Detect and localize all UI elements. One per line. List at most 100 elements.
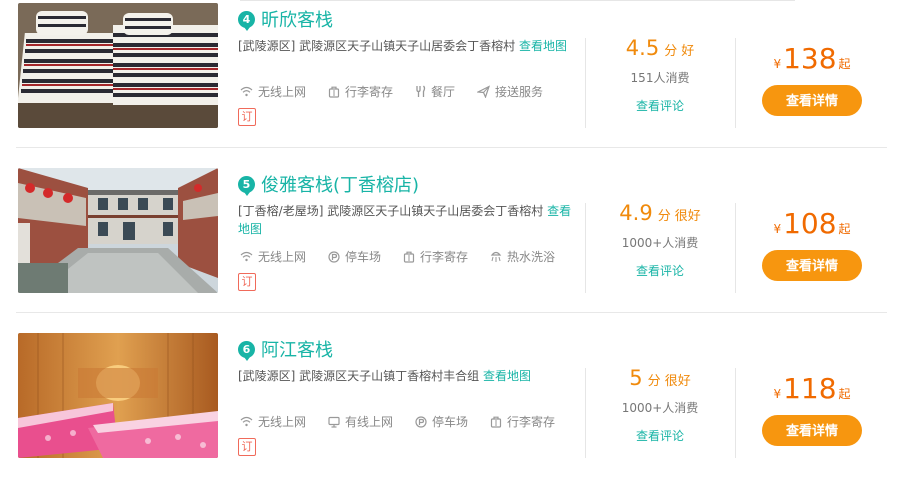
column-divider [735,368,736,458]
card-divider [16,312,887,313]
amenity-label: 行李寄存 [507,415,556,429]
parking-icon [415,415,427,428]
rank-badge: 5 [238,175,255,196]
booking-tag: 订 [238,108,256,126]
luggage-icon [403,251,415,263]
wifi-icon [240,251,253,262]
luggage-icon [328,86,340,98]
wifi-icon [240,86,253,97]
amenity-wired-internet: 有线上网 [328,413,393,430]
amenities-list: 无线上网 停车场 行李寄存 热水洗浴 [240,248,577,265]
price-block: ¥108 起 查看详情 [737,207,887,281]
view-reviews-link[interactable]: 查看评论 [586,97,734,114]
score-value: 5 [629,366,643,390]
view-details-button[interactable]: 查看详情 [762,85,862,116]
view-map-link[interactable]: 查看地图 [483,369,531,383]
amenity-label: 有线上网 [345,415,394,429]
score-word: 好 [681,44,695,59]
amenity-parking: 停车场 [415,413,468,430]
hotel-address: [武陵源区] 武陵源区天子山镇丁香榕村丰合组 查看地图 [238,367,573,385]
amenity-label: 无线上网 [258,250,307,264]
price-block: ¥138 起 查看详情 [737,42,887,116]
amenity-luggage: 行李寄存 [403,248,468,265]
column-divider [735,203,736,293]
hotel-address: [武陵源区] 武陵源区天子山镇天子山居委会丁香榕村 查看地图 [238,37,573,55]
amenity-label: 停车场 [345,250,382,264]
score-line: 5 分很好 [586,366,734,390]
rank-badge: 6 [238,340,255,361]
amenity-luggage: 行李寄存 [328,83,393,100]
column-divider [735,38,736,128]
amenity-label: 停车场 [432,415,469,429]
amenity-wifi: 无线上网 [240,248,306,265]
hotel-card: 5 俊雅客栈(丁香榕店) [丁香榕/老屋场] 武陵源区天子山镇天子山居委会丁香榕… [0,165,905,330]
amenity-wifi: 无线上网 [240,83,306,100]
amenity-label: 行李寄存 [420,250,469,264]
hotel-name-link[interactable]: 昕欣客栈 [261,6,333,32]
amenity-parking: 停车场 [328,248,381,265]
booking-tag: 订 [238,273,256,291]
hotel-address: [丁香榕/老屋场] 武陵源区天子山镇天子山居委会丁香榕村 查看地图 [238,202,573,238]
address-text: [丁香榕/老屋场] 武陵源区天子山镇天子山居委会丁香榕村 [238,204,544,218]
price-value: 138 [783,42,837,75]
amenity-hot-water: 热水洗浴 [490,248,555,265]
view-reviews-link[interactable]: 查看评论 [586,262,734,279]
currency-symbol: ¥ [773,387,782,401]
address-text: [武陵源区] 武陵源区天子山镇丁香榕村丰合组 [238,369,480,383]
price-line: ¥138 起 [737,42,887,75]
price-value: 108 [783,207,837,240]
view-details-button[interactable]: 查看详情 [762,415,862,446]
view-details-button[interactable]: 查看详情 [762,250,862,281]
hotel-title-row: 5 俊雅客栈(丁香榕店) [238,171,419,197]
hotel-card: 4 昕欣客栈 [武陵源区] 武陵源区天子山镇天子山居委会丁香榕村 查看地图 无线… [0,0,905,165]
price-suffix: 起 [838,57,851,71]
booking-tag: 订 [238,438,256,456]
hotel-title-row: 4 昕欣客栈 [238,6,333,32]
price-block: ¥118 起 查看详情 [737,372,887,446]
hotel-name-link[interactable]: 阿江客栈 [261,336,333,362]
card-divider [16,147,887,148]
score-word: 很好 [664,374,691,389]
amenity-label: 热水洗浴 [507,250,556,264]
amenity-shuttle: 接送服务 [477,83,543,100]
amenity-wifi: 无线上网 [240,413,306,430]
amenity-luggage: 行李寄存 [490,413,555,430]
shower-icon [490,251,502,262]
rating-block: 4.9 分很好 1000+人消费 查看评论 [586,201,734,279]
price-line: ¥118 起 [737,372,887,405]
consumer-count: 1000+人消费 [621,401,699,415]
price-suffix: 起 [838,222,851,236]
restaurant-icon [416,85,426,97]
amenity-label: 行李寄存 [345,85,394,99]
plane-icon [477,85,491,98]
view-reviews-link[interactable]: 查看评论 [586,427,734,444]
hotel-photo[interactable] [18,3,218,128]
hotel-photo[interactable] [18,333,218,458]
hotel-name-link[interactable]: 俊雅客栈(丁香榕店) [261,171,419,197]
score-value: 4.9 [619,201,653,225]
hotel-card: 6 阿江客栈 [武陵源区] 武陵源区天子山镇丁香榕村丰合组 查看地图 无线上网 … [0,330,905,495]
rating-block: 4.5 分好 151人消费 查看评论 [586,36,734,114]
amenity-restaurant: 餐厅 [415,83,455,100]
amenity-label: 接送服务 [495,85,544,99]
computer-icon [328,416,340,428]
currency-symbol: ¥ [773,222,782,236]
amenity-label: 无线上网 [258,85,307,99]
score-word: 很好 [674,209,701,224]
hotel-photo[interactable] [18,168,218,293]
wifi-icon [240,416,253,427]
view-map-link[interactable]: 查看地图 [519,39,567,53]
price-suffix: 起 [838,387,851,401]
currency-symbol: ¥ [773,57,782,71]
score-unit: 分 [657,209,671,224]
luggage-icon [490,416,502,428]
address-text: [武陵源区] 武陵源区天子山镇天子山居委会丁香榕村 [238,39,516,53]
rating-block: 5 分很好 1000+人消费 查看评论 [586,366,734,444]
parking-icon [328,250,340,263]
amenities-list: 无线上网 行李寄存 餐厅 接送服务 [240,83,565,100]
rank-badge: 4 [238,10,255,31]
hotel-title-row: 6 阿江客栈 [238,336,333,362]
price-value: 118 [783,372,837,405]
score-unit: 分 [647,374,661,389]
consumer-count: 151人消费 [630,71,690,85]
